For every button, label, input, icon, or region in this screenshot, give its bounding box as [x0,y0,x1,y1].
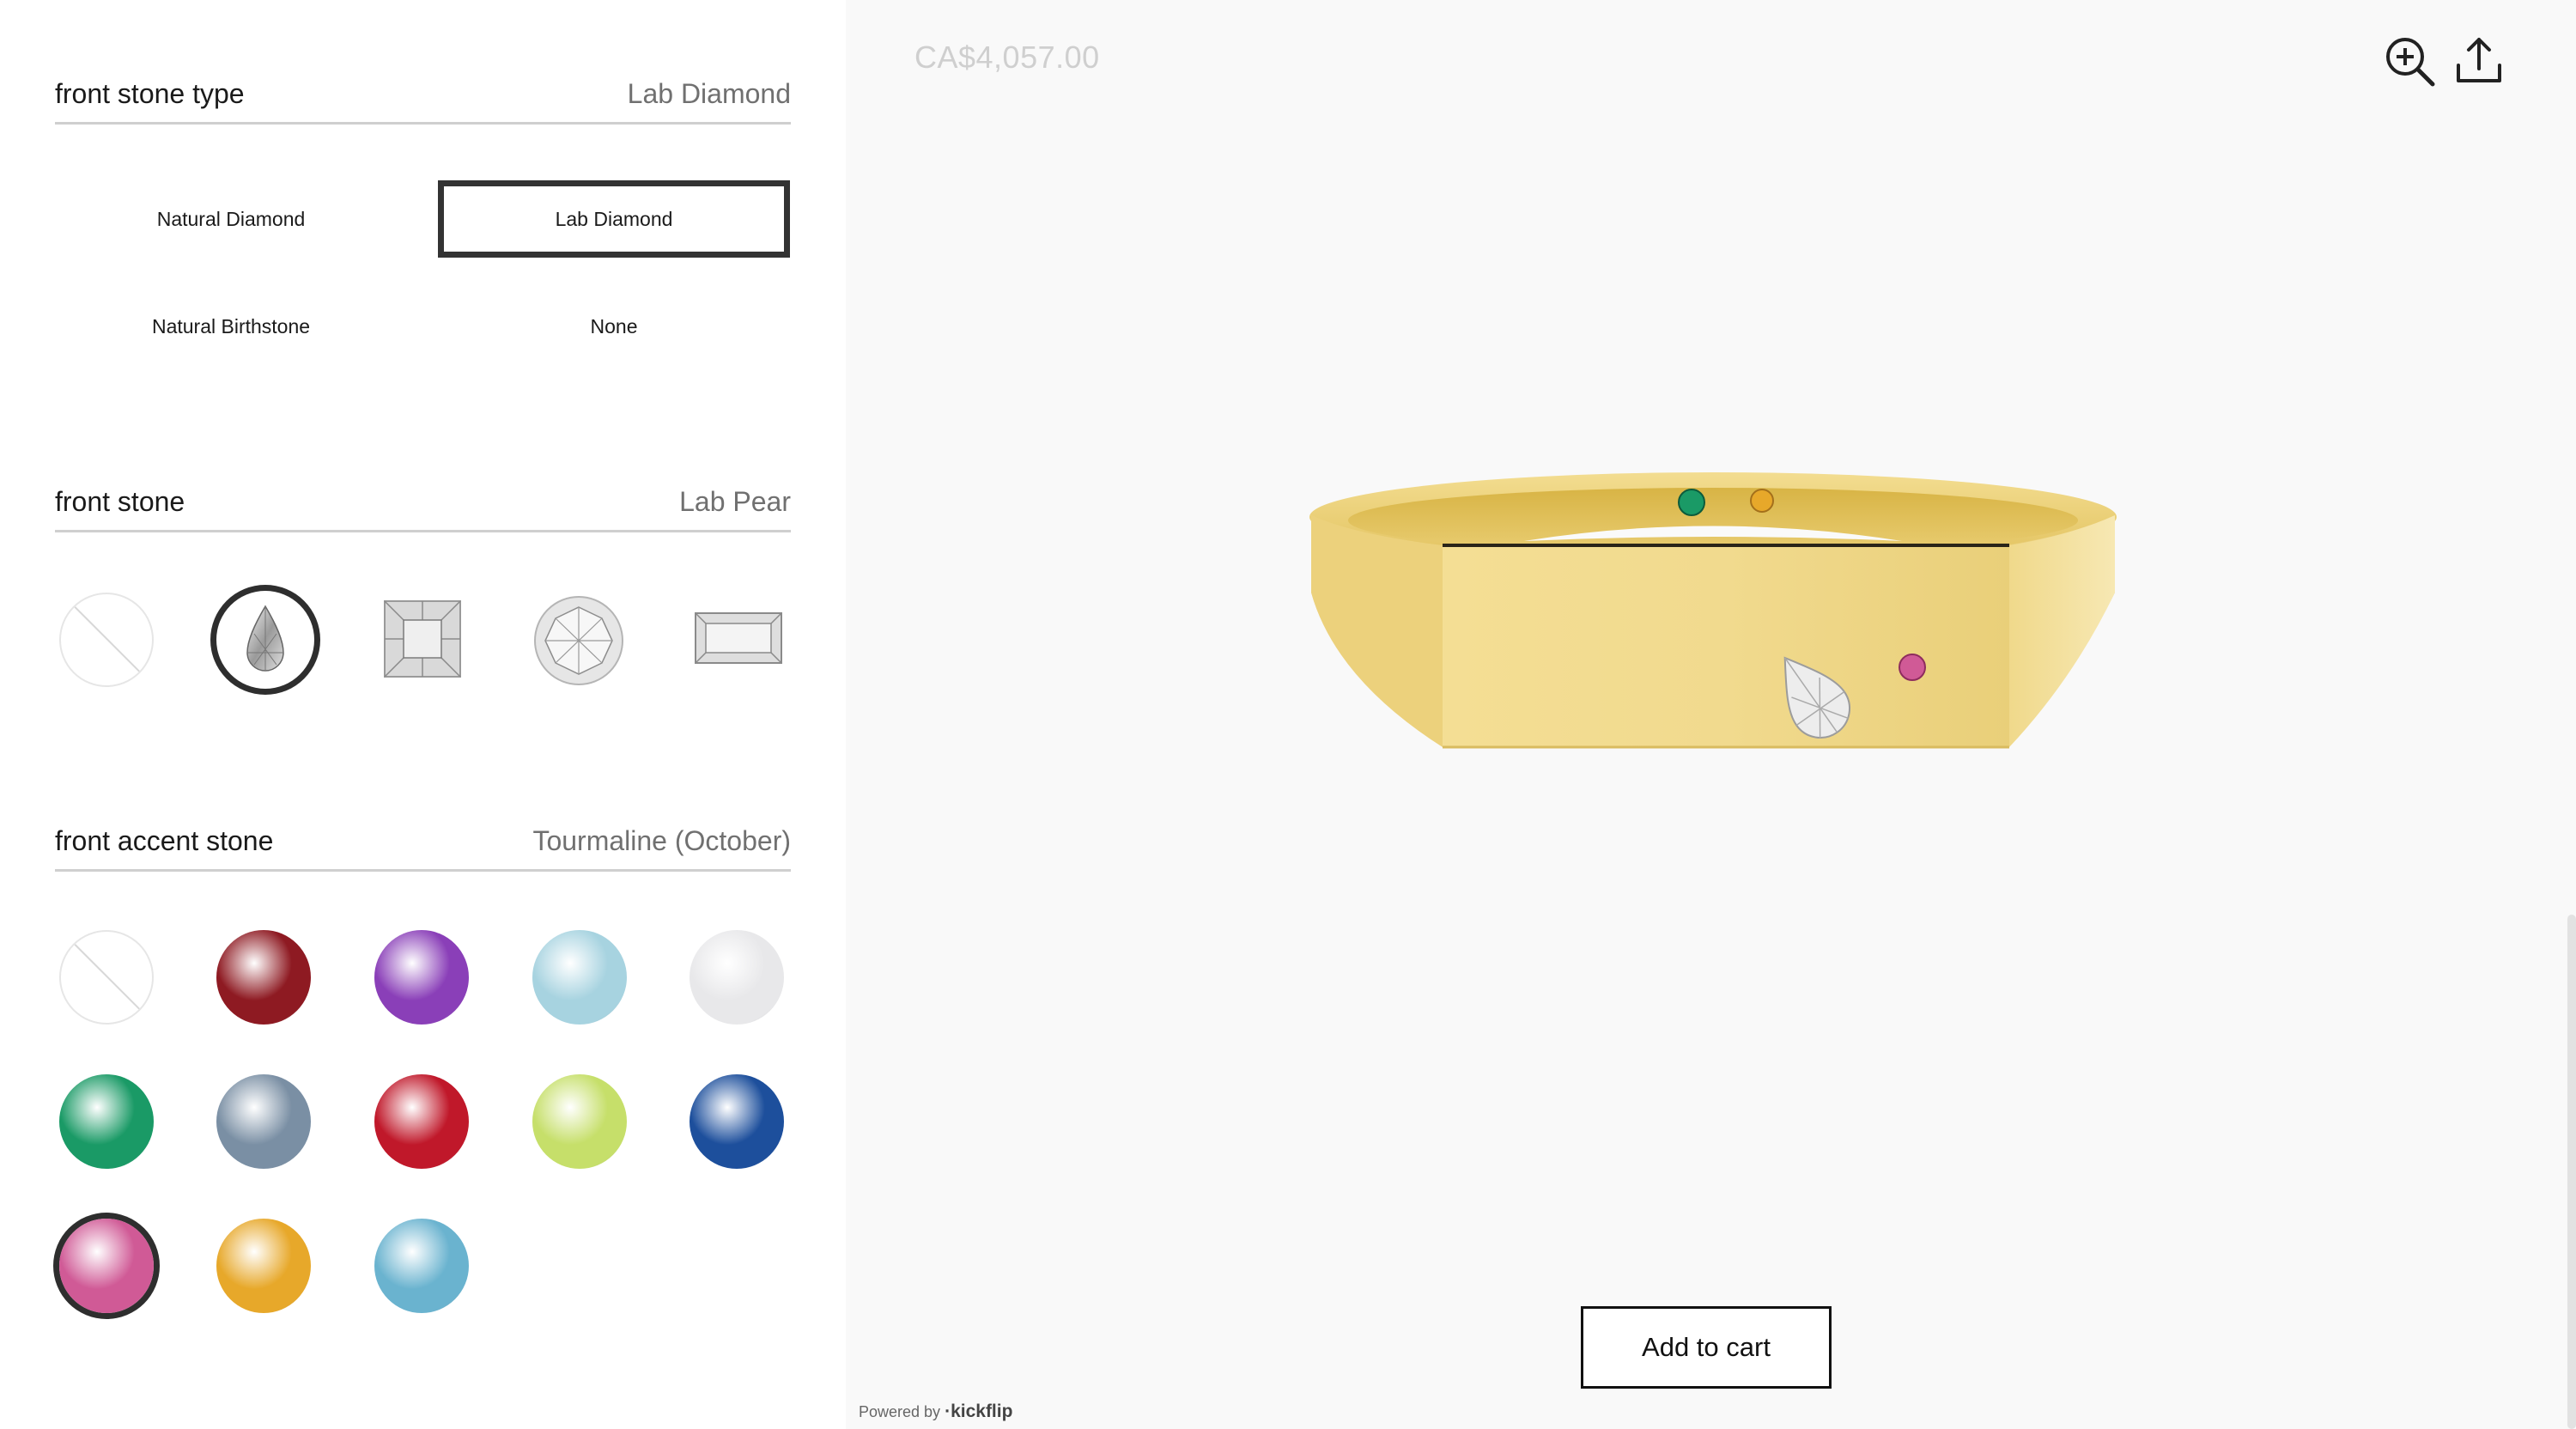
accent-stone-swatch[interactable] [532,930,627,1025]
stone-type-title: front stone type [55,78,245,109]
product-preview: CA$4,057.00 Add to cart Powered by ·kick… [846,0,2576,1429]
powered-by-footer[interactable]: Powered by ·kickflip [859,1402,1012,1422]
stone-type-header: front stone type Lab Diamond [55,56,791,125]
zoom-in-icon[interactable] [2383,34,2438,89]
pear-cut-icon [246,605,284,672]
scrollbar[interactable] [2567,915,2576,1429]
accent-stone-swatch[interactable] [59,1219,154,1313]
accent-stone-none-icon[interactable] [59,930,154,1025]
accent-stone-swatch[interactable] [216,930,311,1025]
accent-stone-swatch[interactable] [374,930,469,1025]
accent-stone-swatch[interactable] [374,1074,469,1169]
baguette-cut-icon[interactable] [694,611,783,665]
front-stone-selected-value: Lab Pear [679,486,791,517]
accent-stone-swatch[interactable] [690,1074,784,1169]
accent-stone-swatch[interactable] [216,1219,311,1313]
option-natural-diamond[interactable]: Natural Diamond [55,180,407,258]
accent-stone-header: front accent stone Tourmaline (October) [55,803,791,872]
add-to-cart-button[interactable]: Add to cart [1581,1306,1832,1389]
ring-preview-image [1309,472,2117,749]
option-lab-diamond[interactable]: Lab Diamond [438,180,790,258]
option-natural-birthstone[interactable]: Natural Birthstone [55,288,407,365]
option-none[interactable]: None [438,288,790,365]
stone-type-selected-value: Lab Diamond [627,78,791,109]
accent-stone-swatch[interactable] [216,1074,311,1169]
front-stone-header: front stone Lab Pear [55,464,791,532]
accent-stone-title: front accent stone [55,825,274,856]
round-cut-icon[interactable] [533,595,624,686]
kickflip-logo: ·kickflip [945,1402,1013,1421]
front-stone-pear-option[interactable] [216,591,314,689]
accent-stone-selected-value: Tourmaline (October) [532,825,791,856]
share-upload-icon[interactable] [2451,34,2506,89]
front-stone-none-icon[interactable] [59,593,154,687]
princess-cut-icon[interactable] [383,599,462,678]
accent-stone-swatch[interactable] [690,930,784,1025]
accent-stone-swatch[interactable] [532,1074,627,1169]
price: CA$4,057.00 [914,40,1100,75]
powered-by-label: Powered by [859,1403,941,1420]
accent-stone-swatch[interactable] [374,1219,469,1313]
customizer-panel: front stone type Lab Diamond Natural Dia… [0,0,846,1429]
front-stone-title: front stone [55,486,185,517]
accent-stone-swatch[interactable] [59,1074,154,1169]
